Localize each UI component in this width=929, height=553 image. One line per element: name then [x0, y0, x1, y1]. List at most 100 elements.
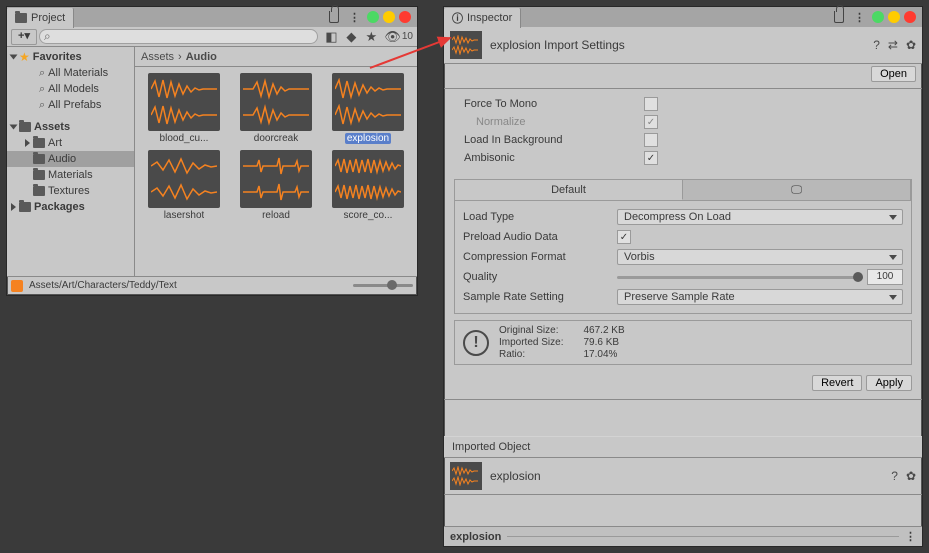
- close-button[interactable]: [399, 11, 411, 23]
- folder-item-materials[interactable]: Materials: [7, 167, 134, 183]
- maximize-button[interactable]: [367, 11, 379, 23]
- lock-icon[interactable]: [329, 11, 339, 23]
- folder-item-art[interactable]: Art: [7, 135, 134, 151]
- hidden-items-icon[interactable]: 👁10: [384, 30, 413, 44]
- disclosure-icon[interactable]: [25, 139, 30, 147]
- panel-menu-icon[interactable]: ⋮: [343, 11, 367, 24]
- waveform-icon: [240, 73, 312, 131]
- inspector-tabbar: ⓘ Inspector ⋮: [444, 7, 922, 27]
- preload-checkbox[interactable]: ✓: [617, 230, 631, 244]
- folder-icon: [19, 122, 31, 132]
- imported-object-header: explosion ? ✿: [444, 458, 922, 495]
- folder-icon: [33, 138, 45, 148]
- asset-name: doorcreak: [254, 133, 298, 144]
- load-in-bg-label: Load In Background: [464, 134, 644, 146]
- minimize-button[interactable]: [383, 11, 395, 23]
- preview-menu-icon[interactable]: ⋮: [905, 530, 916, 543]
- imported-size-label: Imported Size:: [499, 337, 563, 348]
- search-input[interactable]: [39, 29, 318, 44]
- search-by-type-icon[interactable]: ◧: [324, 30, 338, 44]
- asset-thumbnail: [450, 31, 482, 59]
- lock-icon[interactable]: [834, 11, 844, 23]
- help-icon[interactable]: ?: [873, 38, 880, 52]
- inspector-panel: ⓘ Inspector ⋮ explosion Import Settings …: [443, 6, 923, 547]
- asset-item[interactable]: doorcreak: [233, 73, 319, 144]
- assets-header[interactable]: Assets: [7, 119, 134, 135]
- normalize-label: Normalize: [464, 116, 644, 128]
- asset-item[interactable]: score_co...: [325, 150, 411, 221]
- asset-item[interactable]: lasershot: [141, 150, 227, 221]
- quality-slider[interactable]: [617, 276, 863, 279]
- disclosure-icon[interactable]: [10, 55, 18, 60]
- maximize-button[interactable]: [872, 11, 884, 23]
- breadcrumb[interactable]: Assets › Audio: [135, 47, 417, 67]
- quality-value[interactable]: 100: [867, 269, 903, 285]
- asset-item[interactable]: explosion: [325, 73, 411, 144]
- asset-grid: blood_cu... doorcreak explosion lasershot re…: [135, 67, 417, 276]
- platform-tab-default[interactable]: Default: [455, 180, 683, 200]
- waveform-icon: [148, 150, 220, 208]
- disclosure-icon[interactable]: [10, 125, 18, 130]
- waveform-icon: [332, 73, 404, 131]
- original-size-label: Original Size:: [499, 325, 563, 336]
- apply-button[interactable]: Apply: [866, 375, 912, 391]
- quality-label: Quality: [463, 271, 613, 283]
- info-icon: !: [463, 330, 489, 356]
- favorites-label: Favorites: [33, 51, 82, 63]
- preset-icon[interactable]: ⇄: [888, 38, 898, 52]
- platform-tab-standalone[interactable]: 🖵: [683, 180, 911, 200]
- preview-bar[interactable]: explosion ⋮: [444, 526, 922, 546]
- open-button[interactable]: Open: [871, 66, 916, 82]
- folder-icon: [15, 13, 27, 23]
- project-content: Assets › Audio blood_cu... doorcreak explo…: [135, 47, 417, 276]
- packages-header[interactable]: Packages: [7, 199, 134, 215]
- platform-tabs: Default 🖵: [455, 180, 911, 200]
- ratio-value: 17.04%: [583, 349, 624, 360]
- disclosure-icon[interactable]: [11, 203, 16, 211]
- project-sidebar: ★ Favorites ⌕All Materials ⌕All Models ⌕…: [7, 47, 135, 276]
- asset-name: reload: [262, 210, 290, 221]
- chevron-right-icon: ›: [178, 51, 182, 63]
- sample-rate-dropdown[interactable]: Preserve Sample Rate: [617, 289, 903, 305]
- folder-icon: [19, 202, 31, 212]
- asset-item[interactable]: reload: [233, 150, 319, 221]
- minimize-button[interactable]: [888, 11, 900, 23]
- favorite-item[interactable]: ⌕All Prefabs: [7, 97, 134, 113]
- search-by-label-icon[interactable]: ◆: [344, 30, 358, 44]
- breadcrumb-current[interactable]: Audio: [186, 51, 217, 63]
- gear-icon[interactable]: ✿: [906, 38, 916, 52]
- force-to-mono-row: Force To Mono: [464, 95, 912, 113]
- panel-menu-icon[interactable]: ⋮: [848, 11, 872, 24]
- close-button[interactable]: [904, 11, 916, 23]
- waveform-icon: [240, 150, 312, 208]
- project-tab[interactable]: Project: [7, 8, 74, 28]
- load-type-dropdown[interactable]: Decompress On Load: [617, 209, 903, 225]
- load-type-row: Load Type Decompress On Load: [463, 207, 903, 227]
- project-body: ★ Favorites ⌕All Materials ⌕All Models ⌕…: [7, 47, 417, 276]
- imported-object-name: explosion: [490, 469, 883, 483]
- favorite-item[interactable]: ⌕All Materials: [7, 65, 134, 81]
- imported-size-value: 79.6 KB: [583, 337, 624, 348]
- favorites-header[interactable]: ★ Favorites: [7, 49, 134, 65]
- asset-name: explosion: [345, 133, 391, 144]
- ambisonic-checkbox[interactable]: ✓: [644, 151, 658, 165]
- thumbnail-size-slider[interactable]: [353, 284, 413, 287]
- revert-button[interactable]: Revert: [812, 375, 862, 391]
- normalize-checkbox: ✓: [644, 115, 658, 129]
- folder-icon: [33, 186, 45, 196]
- load-in-bg-checkbox[interactable]: [644, 133, 658, 147]
- asset-item[interactable]: blood_cu...: [141, 73, 227, 144]
- inspector-tab[interactable]: ⓘ Inspector: [444, 8, 521, 28]
- create-button[interactable]: +▾: [11, 29, 37, 45]
- favorite-save-icon[interactable]: ★: [364, 30, 378, 44]
- folder-icon: [33, 170, 45, 180]
- folder-icon: [33, 154, 45, 164]
- folder-item-textures[interactable]: Textures: [7, 183, 134, 199]
- force-to-mono-checkbox[interactable]: [644, 97, 658, 111]
- help-icon[interactable]: ?: [891, 469, 898, 483]
- folder-item-audio[interactable]: Audio: [7, 151, 134, 167]
- favorite-item[interactable]: ⌕All Models: [7, 81, 134, 97]
- breadcrumb-root[interactable]: Assets: [141, 51, 174, 63]
- compression-dropdown[interactable]: Vorbis: [617, 249, 903, 265]
- gear-icon[interactable]: ✿: [906, 469, 916, 483]
